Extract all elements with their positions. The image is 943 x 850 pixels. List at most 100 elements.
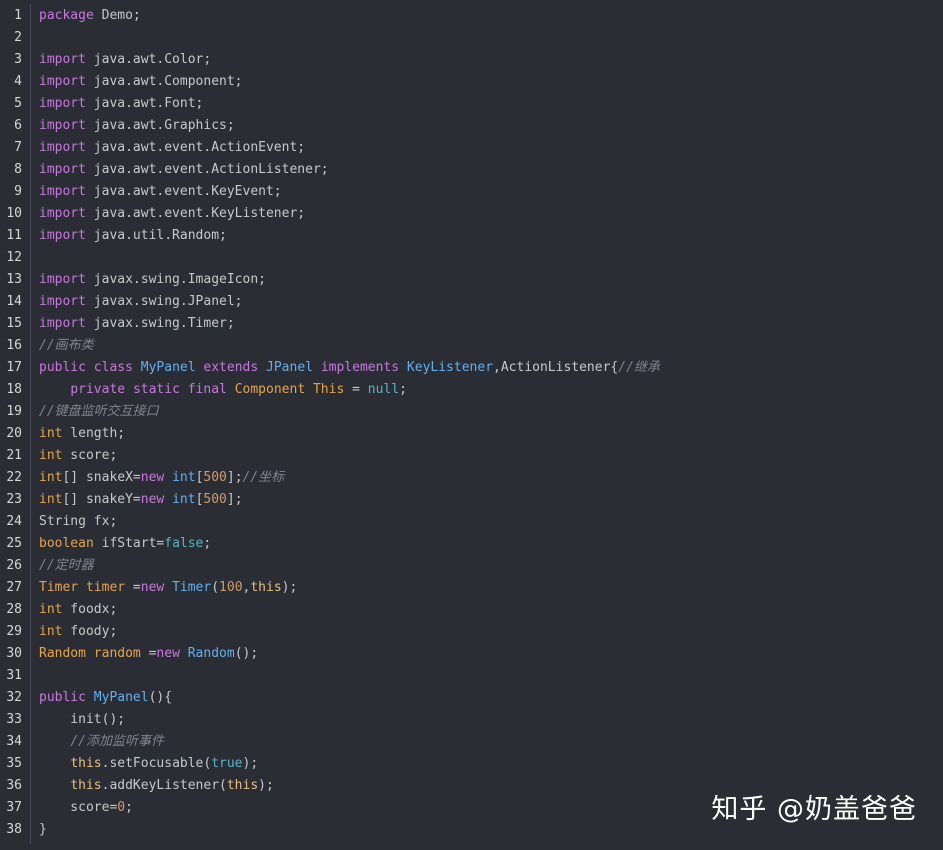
line-number: 21 — [6, 448, 22, 463]
line-number: 18 — [6, 382, 22, 397]
line-number: 38 — [6, 822, 22, 837]
line-number: 5 — [14, 96, 22, 111]
line-code: //画布类 — [39, 335, 94, 357]
code-token: //添加监听事件 — [70, 734, 164, 749]
line-code: String fx; — [39, 511, 117, 533]
code-token: ]; — [226, 470, 243, 485]
code-token: 100 — [219, 580, 243, 595]
line-number: 20 — [6, 426, 22, 441]
code-line[interactable]: 8 import java.awt.event.ActionListener; — [0, 159, 943, 181]
code-line[interactable]: 32 public MyPanel(){ — [0, 687, 943, 709]
code-token: int — [172, 492, 196, 507]
code-token: import — [39, 316, 86, 331]
code-token: //坐标 — [242, 470, 285, 485]
code-token: new — [140, 492, 165, 507]
code-token: java.awt.event.ActionListener; — [85, 162, 329, 177]
code-token: //画布类 — [39, 338, 94, 353]
line-number: 37 — [6, 800, 22, 815]
code-line[interactable]: 21 int score; — [0, 445, 943, 467]
line-code: import java.awt.event.ActionListener; — [39, 159, 329, 181]
code-token: 500 — [203, 470, 227, 485]
code-line[interactable]: 33 init(); — [0, 709, 943, 731]
code-editor[interactable]: 1 package Demo; 2 3 import java.awt.Color; 4 i… — [0, 0, 943, 850]
line-number: 8 — [14, 162, 22, 177]
code-token: ( — [211, 580, 220, 595]
code-line[interactable]: 3 import java.awt.Color; — [0, 49, 943, 71]
code-token: java.awt.Font; — [85, 96, 204, 111]
code-line[interactable]: 11 import java.util.Random; — [0, 225, 943, 247]
code-line[interactable]: 16 //画布类 — [0, 335, 943, 357]
code-line[interactable]: 34 //添加监听事件 — [0, 731, 943, 753]
code-token: final — [187, 382, 227, 397]
line-number: 22 — [6, 470, 22, 485]
code-token: (){ — [148, 690, 173, 705]
line-number: 19 — [6, 404, 22, 419]
code-line[interactable]: 9 import java.awt.event.KeyEvent; — [0, 181, 943, 203]
code-line[interactable]: 1 package Demo; — [0, 5, 943, 27]
code-line[interactable]: 27 Timer timer =new Timer(100,this); — [0, 577, 943, 599]
code-token: Timer — [172, 580, 212, 595]
code-token: Random — [39, 646, 86, 661]
code-line[interactable]: 26 //定时器 — [0, 555, 943, 577]
code-line[interactable]: 28 int foodx; — [0, 599, 943, 621]
code-token: java.awt.event.KeyEvent; — [85, 184, 282, 199]
line-number: 16 — [6, 338, 22, 353]
code-token: score; — [62, 448, 118, 463]
code-line[interactable]: 31 — [0, 665, 943, 687]
code-line[interactable]: 23 int[] snakeY=new int[500]; — [0, 489, 943, 511]
code-token: import — [39, 140, 86, 155]
line-number: 27 — [6, 580, 22, 595]
code-line[interactable]: 14 import javax.swing.JPanel; — [0, 291, 943, 313]
line-code: score=0; — [39, 797, 133, 819]
code-token: int — [39, 624, 63, 639]
code-line[interactable]: 13 import javax.swing.ImageIcon; — [0, 269, 943, 291]
code-line[interactable]: 12 — [0, 247, 943, 269]
line-number: 12 — [6, 250, 22, 265]
code-line[interactable]: 35 this.setFocusable(true); — [0, 753, 943, 775]
code-line[interactable]: 17 public class MyPanel extends JPanel im… — [0, 357, 943, 379]
line-number: 2 — [14, 30, 22, 45]
code-line[interactable]: 19 //键盘监听交互接口 — [0, 401, 943, 423]
code-line[interactable]: 6 import java.awt.Graphics; — [0, 115, 943, 137]
code-token: java.awt.Graphics; — [85, 118, 235, 133]
line-code: int[] snakeX=new int[500];//坐标 — [39, 467, 284, 489]
line-code: Random random =new Random(); — [39, 643, 258, 665]
code-token: int — [39, 602, 63, 617]
code-token: java.awt.event.ActionEvent; — [85, 140, 306, 155]
code-line[interactable]: 29 int foody; — [0, 621, 943, 643]
code-line[interactable]: 2 — [0, 27, 943, 49]
code-token: this — [70, 778, 102, 793]
code-token: [] snakeX= — [62, 470, 141, 485]
code-line[interactable]: 4 import java.awt.Component; — [0, 71, 943, 93]
code-line[interactable]: 24 String fx; — [0, 511, 943, 533]
code-line[interactable]: 20 int length; — [0, 423, 943, 445]
code-token: ); — [258, 778, 274, 793]
code-line[interactable]: 22 int[] snakeX=new int[500];//坐标 — [0, 467, 943, 489]
code-token: extends — [203, 360, 259, 375]
line-number: 33 — [6, 712, 22, 727]
code-line[interactable]: 10 import java.awt.event.KeyListener; — [0, 203, 943, 225]
code-token: null — [367, 382, 400, 397]
line-code: package Demo; — [39, 5, 141, 27]
line-number: 4 — [14, 74, 22, 89]
line-number: 3 — [14, 52, 22, 67]
line-code: //键盘监听交互接口 — [39, 401, 159, 423]
code-token: java.awt.Color; — [85, 52, 212, 67]
code-line[interactable]: 5 import java.awt.Font; — [0, 93, 943, 115]
code-line[interactable]: 30 Random random =new Random(); — [0, 643, 943, 665]
line-number: 29 — [6, 624, 22, 639]
code-line[interactable]: 25 boolean ifStart=false; — [0, 533, 943, 555]
code-token: int — [39, 426, 63, 441]
code-line[interactable]: 18 private static final Component This =… — [0, 379, 943, 401]
code-token: import — [39, 96, 86, 111]
line-code: public MyPanel(){ — [39, 687, 172, 709]
code-line[interactable]: 15 import javax.swing.Timer; — [0, 313, 943, 335]
line-code: this.setFocusable(true); — [39, 753, 258, 775]
code-line[interactable]: 7 import java.awt.event.ActionEvent; — [0, 137, 943, 159]
